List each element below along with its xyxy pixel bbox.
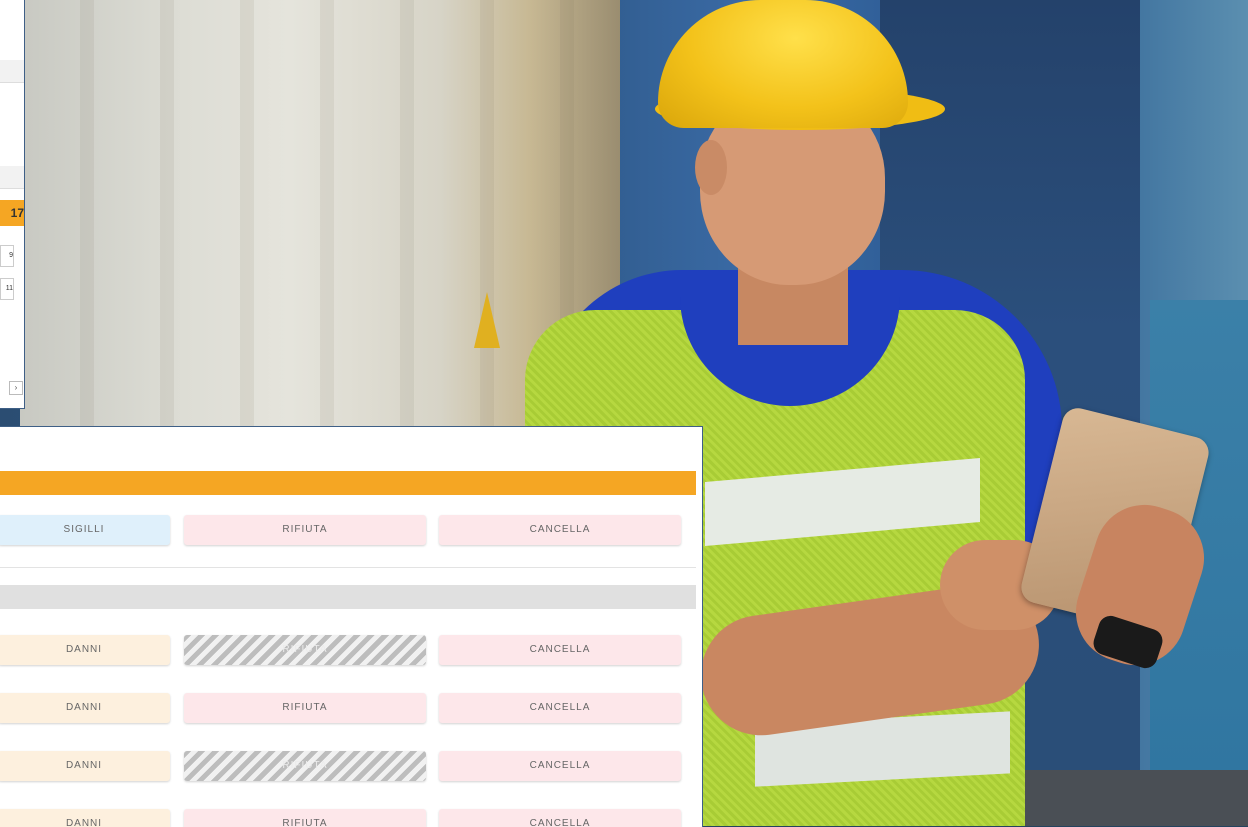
- mini-cell[interactable]: 11: [0, 278, 14, 300]
- rifiuta-button-disabled: RIFIUTA: [184, 635, 426, 665]
- scroll-right-icon[interactable]: ›: [9, 381, 23, 395]
- mini-cell[interactable]: 9: [0, 245, 14, 267]
- danni-button[interactable]: DANNI: [0, 751, 170, 781]
- mini-header-row: [0, 166, 24, 189]
- mini-window: 17 9 11 ›: [0, 0, 25, 409]
- cancella-button[interactable]: CANCELLA: [439, 809, 681, 827]
- rifiuta-button[interactable]: RIFIUTA: [184, 515, 426, 545]
- cancella-button[interactable]: CANCELLA: [439, 751, 681, 781]
- mini-highlight-value: 17: [0, 200, 24, 226]
- rifiuta-button[interactable]: RIFIUTA: [184, 693, 426, 723]
- mini-header-row: [0, 60, 24, 83]
- divider: [0, 567, 696, 568]
- cancella-button[interactable]: CANCELLA: [439, 693, 681, 723]
- danni-button[interactable]: DANNI: [0, 635, 170, 665]
- danni-button[interactable]: DANNI: [0, 693, 170, 723]
- cancella-button[interactable]: CANCELLA: [439, 515, 681, 545]
- rifiuta-button-disabled: RIFIUTA: [184, 751, 426, 781]
- warning-sticker: [474, 292, 500, 348]
- danni-button[interactable]: DANNI: [0, 809, 170, 827]
- cancella-button[interactable]: CANCELLA: [439, 635, 681, 665]
- inspection-panel: SIGILLI RIFIUTA CANCELLA DANNI RIFIUTA C…: [0, 426, 703, 827]
- sigilli-button[interactable]: SIGILLI: [0, 515, 170, 545]
- section-header-gray: [0, 585, 696, 609]
- hard-hat: [658, 0, 908, 128]
- rifiuta-button[interactable]: RIFIUTA: [184, 809, 426, 827]
- section-header-orange: [0, 471, 696, 495]
